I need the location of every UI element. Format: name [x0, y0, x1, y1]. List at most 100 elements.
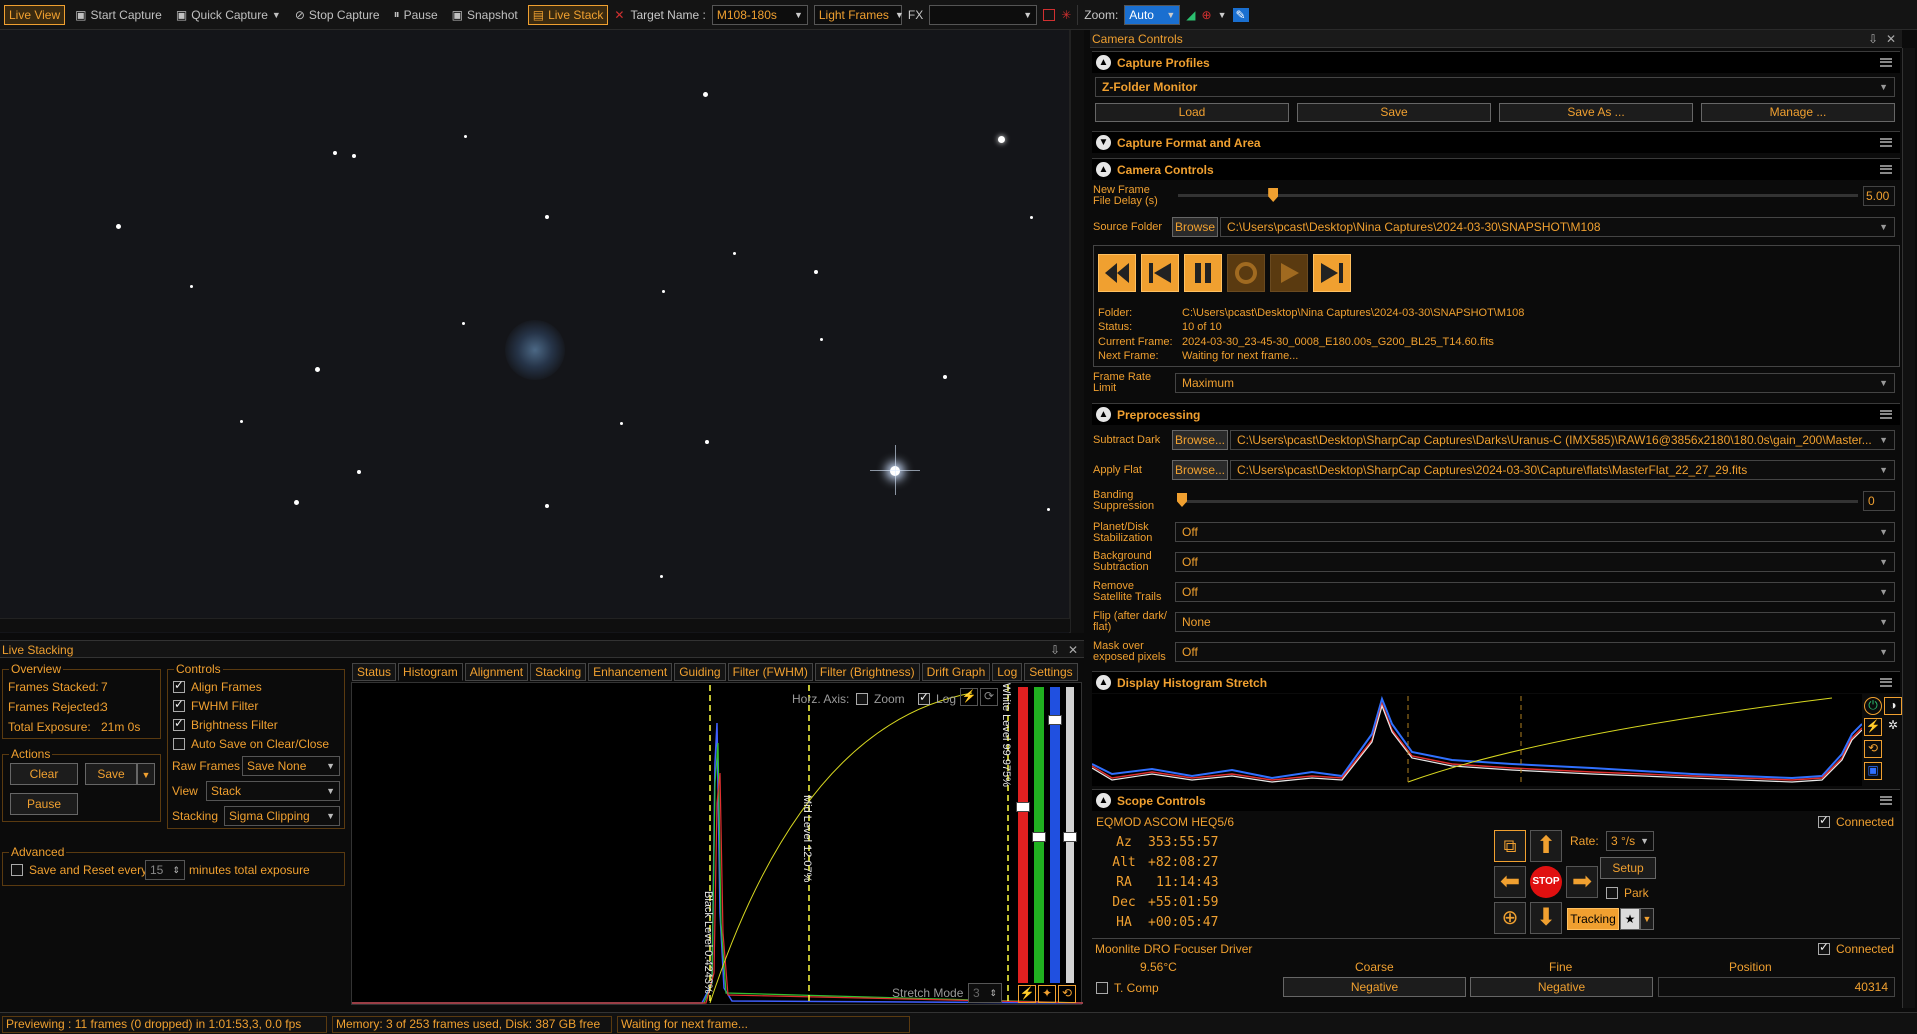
slider-handle[interactable] — [1063, 832, 1077, 842]
quick-capture-button[interactable]: ▣ Quick Capture ▼ — [172, 6, 285, 24]
subtract-dark-browse-button[interactable]: Browse... — [1172, 430, 1228, 450]
mask-select[interactable]: Off ▼ — [1175, 642, 1895, 662]
pause-playback-button[interactable] — [1184, 254, 1222, 292]
save-profile-button[interactable]: Save — [1297, 103, 1491, 122]
zoom-select[interactable]: Auto ▼ — [1124, 4, 1181, 25]
tab-enhancement[interactable]: Enhancement — [588, 663, 673, 681]
apply-flat-browse-button[interactable]: Browse... — [1172, 460, 1228, 480]
menu-icon[interactable] — [1880, 678, 1892, 687]
fx-select[interactable]: ▼ — [929, 4, 1038, 25]
goto-icon[interactable]: ⧉ — [1494, 830, 1526, 862]
source-folder-select[interactable]: C:\Users\pcast\Desktop\Nina Captures\202… — [1220, 217, 1895, 237]
focuser-connected-checkbox[interactable]: Connected — [1818, 940, 1894, 956]
raw-frames-select[interactable]: Save None ▼ — [242, 756, 340, 776]
pin-icon[interactable]: ⇩ — [1868, 30, 1878, 48]
first-frame-button[interactable] — [1141, 254, 1179, 292]
satellite-trails-select[interactable]: Off ▼ — [1175, 582, 1895, 602]
close-icon[interactable]: ✕ — [1068, 641, 1078, 659]
slider-handle[interactable] — [1016, 802, 1030, 812]
save-as-profile-button[interactable]: Save As ... — [1499, 103, 1693, 122]
slider-thumb[interactable] — [1268, 188, 1279, 202]
lightning-icon[interactable]: ⚡ — [1018, 985, 1036, 1003]
center-icon[interactable]: ⊕ — [1494, 902, 1526, 934]
t-comp-checkbox[interactable]: T. Comp — [1096, 981, 1159, 995]
mount-connected-checkbox[interactable]: Connected — [1818, 813, 1894, 829]
star-icon[interactable]: ★ — [1620, 908, 1640, 930]
log-checkbox[interactable]: Log — [918, 690, 956, 706]
capture-format-header[interactable]: ▼ Capture Format and Area — [1092, 131, 1900, 153]
tab-drift-graph[interactable]: Drift Graph — [921, 663, 991, 681]
menu-icon[interactable] — [1880, 165, 1892, 174]
frame-rate-select[interactable]: Maximum ▼ — [1175, 373, 1895, 393]
menu-icon[interactable] — [1880, 58, 1892, 67]
tab-histogram[interactable]: Histogram — [398, 663, 463, 681]
apply-flat-select[interactable]: C:\Users\pcast\Desktop\SharpCap Captures… — [1230, 460, 1895, 480]
display-histogram-graph[interactable] — [1091, 694, 1863, 786]
display-histogram-header[interactable]: ▲ Display Histogram Stretch — [1092, 671, 1900, 693]
pin-icon[interactable]: ⇩ — [1050, 641, 1060, 659]
new-frame-delay-input[interactable]: 5.00 — [1863, 186, 1895, 206]
histogram-pane[interactable]: Black Level 0.4243% Mid Level 12.07% Whi… — [351, 682, 1083, 1005]
save-button[interactable]: Save — [85, 763, 137, 785]
live-view-button[interactable]: Live View — [4, 4, 66, 25]
align-frames-checkbox[interactable]: Align Frames — [173, 678, 262, 694]
south-arrow-icon[interactable]: ⬇ — [1530, 902, 1562, 934]
close-icon[interactable]: ✕ — [1886, 30, 1896, 48]
tab-guiding[interactable]: Guiding — [674, 663, 726, 681]
image-vertical-scrollbar[interactable] — [1070, 30, 1084, 633]
crosshair-icon[interactable]: ✳ — [1061, 8, 1071, 22]
play-button[interactable] — [1270, 254, 1308, 292]
rewind-button[interactable] — [1098, 254, 1136, 292]
capture-profiles-header[interactable]: ▲ Capture Profiles — [1092, 51, 1900, 73]
image-horizontal-scrollbar[interactable] — [0, 618, 1070, 632]
tab-filter-brightness[interactable]: Filter (Brightness) — [814, 663, 920, 681]
stop-button[interactable]: STOP — [1530, 866, 1562, 898]
stretch-mode-stepper[interactable]: 3 ⇕ — [968, 983, 1002, 1003]
pause-button[interactable]: ⏸ Pause — [390, 5, 442, 24]
coarse-negative-button[interactable]: Negative — [1283, 977, 1466, 997]
target-name-select[interactable]: M108-180s ▼ — [711, 4, 808, 25]
focuser-position-field[interactable]: 40314 — [1658, 977, 1895, 997]
right-panel-scrollbar[interactable] — [1902, 48, 1915, 1008]
subtract-dark-select[interactable]: C:\Users\pcast\Desktop\SharpCap Captures… — [1230, 430, 1895, 450]
east-arrow-icon[interactable]: ➡ — [1566, 866, 1598, 898]
blue-channel-slider[interactable] — [1050, 687, 1060, 983]
magnifier-icon[interactable]: ⊕ — [1202, 8, 1212, 22]
stacking-select[interactable]: Sigma Clipping ▼ — [224, 806, 340, 826]
tab-status[interactable]: Status — [352, 663, 397, 681]
slider-thumb[interactable] — [1177, 493, 1187, 507]
slider-handle[interactable] — [1048, 715, 1062, 725]
park-checkbox[interactable]: Park — [1606, 886, 1649, 900]
tracking-button[interactable]: Tracking — [1567, 908, 1619, 930]
new-frame-delay-slider[interactable] — [1178, 194, 1858, 197]
scope-controls-header[interactable]: ▲ Scope Controls — [1092, 789, 1900, 811]
stop-capture-button[interactable]: ⊘ Stop Capture — [291, 6, 384, 24]
tab-stacking[interactable]: Stacking — [530, 663, 587, 681]
clear-button[interactable]: Clear — [10, 763, 78, 785]
camera-image-view[interactable] — [0, 30, 1070, 633]
menu-icon[interactable] — [1880, 410, 1892, 419]
fine-negative-button[interactable]: Negative — [1470, 977, 1653, 997]
tab-alignment[interactable]: Alignment — [464, 663, 529, 681]
lightning-icon[interactable]: ⚡ — [960, 688, 978, 706]
bg-subtraction-select[interactable]: Off ▼ — [1175, 552, 1895, 572]
zoom-checkbox[interactable]: Zoom — [856, 692, 905, 706]
save-icon[interactable]: ▣ — [1864, 762, 1882, 780]
slider-handle[interactable] — [1032, 832, 1046, 842]
start-capture-button[interactable]: ▣ Start Capture — [71, 6, 166, 24]
menu-icon[interactable] — [1880, 138, 1892, 147]
gear-icon[interactable]: ✲ — [1884, 718, 1902, 736]
load-profile-button[interactable]: Load — [1095, 103, 1289, 122]
last-frame-button[interactable] — [1313, 254, 1351, 292]
source-folder-browse-button[interactable]: Browse — [1172, 217, 1218, 237]
snapshot-button[interactable]: ▣ Snapshot — [448, 6, 522, 24]
mount-setup-button[interactable]: Setup — [1600, 857, 1656, 879]
save-reset-checkbox[interactable]: Save and Reset every — [11, 863, 147, 877]
north-arrow-icon[interactable]: ⬆ — [1530, 830, 1562, 862]
channel-sliders[interactable] — [1014, 687, 1077, 983]
tab-settings[interactable]: Settings — [1024, 663, 1078, 681]
capture-profile-select[interactable]: Z-Folder Monitor ▼ — [1095, 77, 1895, 97]
menu-icon[interactable] — [1880, 796, 1892, 805]
reload-button[interactable] — [1227, 254, 1265, 292]
flip-select[interactable]: None ▼ — [1175, 612, 1895, 632]
